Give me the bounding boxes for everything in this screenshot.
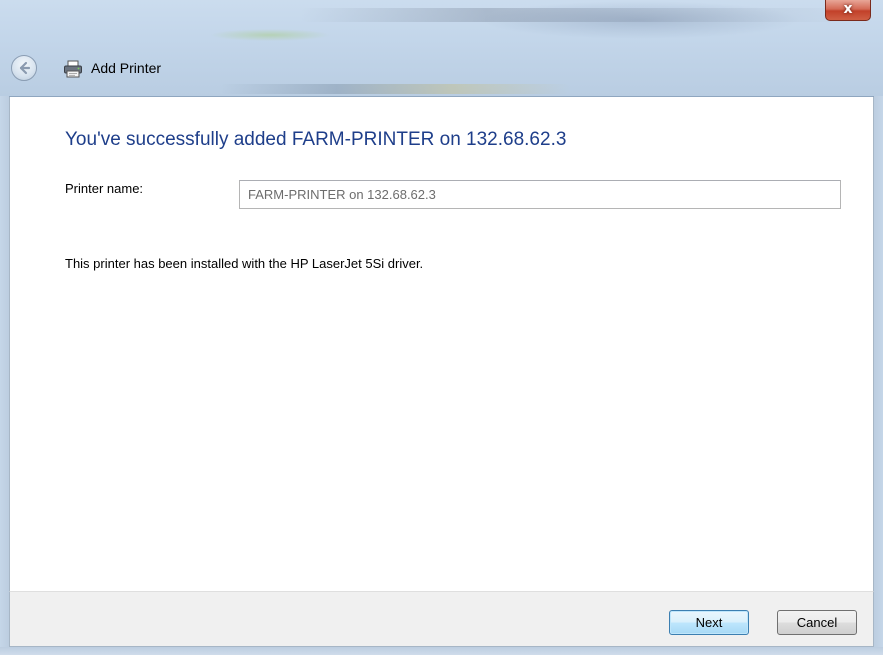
background-blur xyxy=(300,8,860,22)
window-frame-left xyxy=(0,96,9,647)
back-arrow-icon xyxy=(19,61,31,75)
title-bar: x Add Printer xyxy=(0,0,883,97)
close-icon: x xyxy=(843,1,853,17)
background-blur-lower xyxy=(220,84,570,94)
add-printer-window: x Add Printer You've successfully added … xyxy=(0,0,883,655)
back-button[interactable] xyxy=(11,55,37,81)
window-title: Add Printer xyxy=(91,60,162,76)
window-frame-bottom xyxy=(0,647,883,655)
wizard-footer: Next Cancel xyxy=(9,591,874,647)
next-button[interactable]: Next xyxy=(669,610,749,635)
printer-name-label: Printer name: xyxy=(65,181,144,196)
driver-info-text: This printer has been installed with the… xyxy=(65,256,424,271)
cancel-button[interactable]: Cancel xyxy=(777,610,857,635)
close-button[interactable]: x xyxy=(825,0,871,21)
window-frame-right xyxy=(874,96,883,647)
printer-name-input[interactable] xyxy=(239,180,841,209)
wizard-content: You've successfully added FARM-PRINTER o… xyxy=(9,97,874,591)
page-title: You've successfully added FARM-PRINTER o… xyxy=(65,129,567,150)
printer-icon xyxy=(64,60,82,78)
